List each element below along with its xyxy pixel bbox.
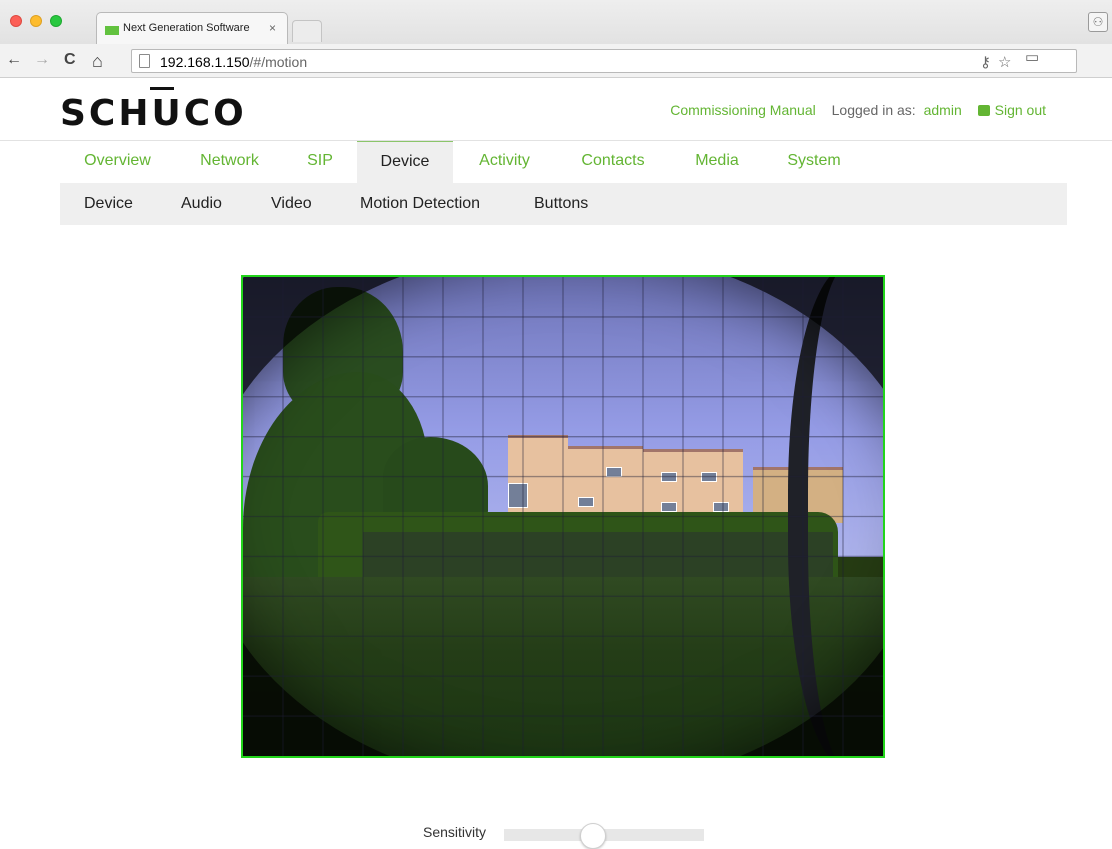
new-tab-button[interactable] — [292, 20, 322, 42]
close-window-button[interactable] — [10, 15, 22, 27]
sensitivity-label: Sensitivity — [423, 824, 487, 840]
browser-toolbar: ← → C ⌂ 192.168.1.150/#/motion ⚷ ☆ ▭ ≡ — [0, 44, 1112, 113]
minimize-window-button[interactable] — [30, 15, 42, 27]
browser-tab[interactable]: Next Generation Software × — [96, 12, 288, 44]
current-user[interactable]: admin — [924, 102, 962, 118]
url-path: /#/motion — [249, 54, 308, 70]
motion-detection-page: SCHUCO Commissioning Manual Logged in as… — [0, 79, 1112, 849]
tab-network[interactable]: Network — [176, 141, 283, 183]
subtab-device[interactable]: Device — [84, 183, 133, 225]
sign-out-icon — [977, 105, 990, 116]
url-text: 192.168.1.150/#/motion — [160, 54, 307, 70]
tab-media[interactable]: Media — [671, 141, 763, 183]
page-icon — [139, 54, 150, 68]
tab-device[interactable]: Device — [357, 141, 453, 183]
tab-contacts[interactable]: Contacts — [556, 141, 670, 183]
tab-overview[interactable]: Overview — [60, 141, 175, 183]
tab-sip[interactable]: SIP — [284, 141, 356, 183]
key-icon[interactable]: ⚷ — [980, 53, 991, 71]
tab-title: Next Generation Software — [123, 22, 250, 34]
close-tab-icon[interactable]: × — [269, 21, 276, 35]
commissioning-manual-link[interactable]: Commissioning Manual — [670, 102, 816, 118]
motion-detection-camera-grid[interactable] — [241, 275, 885, 758]
reload-icon[interactable]: C — [64, 51, 76, 69]
profile-icon[interactable]: ⚇ — [1088, 12, 1108, 32]
tab-system[interactable]: System — [764, 141, 864, 183]
forward-icon[interactable]: → — [34, 51, 50, 69]
motion-grid-overlay[interactable] — [243, 277, 883, 756]
schuco-logo: SCHUCO — [60, 93, 247, 134]
subtab-buttons[interactable]: Buttons — [534, 183, 588, 225]
tab-activity[interactable]: Activity — [454, 141, 555, 183]
device-subnav: Device Audio Video Motion Detection Butt… — [60, 183, 1067, 225]
browser-titlebar: Next Generation Software × ⚇ — [0, 0, 1112, 44]
favicon-icon — [105, 26, 119, 35]
maximize-window-button[interactable] — [50, 15, 62, 27]
header-links: Commissioning Manual Logged in as: admin… — [658, 102, 1046, 118]
sensitivity-slider-thumb[interactable] — [580, 823, 606, 849]
logo-umlaut-mark — [150, 87, 174, 93]
cast-icon[interactable]: ▭ — [1025, 48, 1039, 66]
address-bar[interactable]: 192.168.1.150/#/motion ⚷ ☆ — [131, 49, 1077, 73]
logged-in-label: Logged in as: — [831, 102, 916, 118]
back-icon[interactable]: ← — [6, 51, 22, 69]
url-host: 192.168.1.150 — [160, 54, 250, 70]
subtab-video[interactable]: Video — [271, 183, 312, 225]
bookmark-star-icon[interactable]: ☆ — [998, 53, 1011, 71]
subtab-motion-detection[interactable]: Motion Detection — [360, 183, 480, 225]
home-icon[interactable]: ⌂ — [92, 51, 103, 72]
sign-out-label: Sign out — [994, 102, 1046, 118]
sign-out-link[interactable]: Sign out — [977, 102, 1046, 118]
subtab-audio[interactable]: Audio — [181, 183, 222, 225]
